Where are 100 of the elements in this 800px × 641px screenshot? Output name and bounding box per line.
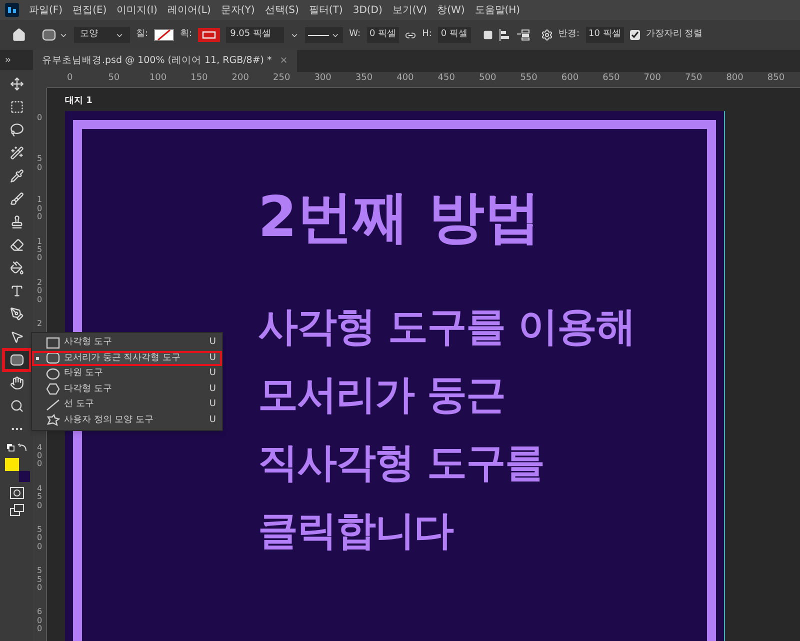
stamp-tool-icon [10,215,24,229]
rounded-shape-icon [42,29,56,41]
brush-tool-icon [10,192,24,206]
menu-item[interactable]: 편집(E) [72,2,107,18]
flyout-item[interactable]: 사용자 정의 모양 도구 U [32,412,222,428]
ruler-label: 400 [396,74,414,83]
shortcut-label: U [209,352,216,364]
align-edges-label: 가장자리 정렬 [646,28,703,42]
bucket-tool-icon [10,261,24,275]
fill-swatch-none[interactable] [154,29,174,41]
ellipse-icon [46,368,60,380]
ruler-label: 2 [37,320,42,328]
ruler-label: 250 [273,74,290,83]
move-tool-icon [10,77,24,91]
app-logo-icon[interactable] [5,3,19,17]
flyout-item[interactable]: 모서리가 둥근 직사각형 도구 U [32,350,222,366]
flyout-item-label: 타원 도구 [64,367,104,380]
shortcut-label: U [209,414,216,426]
menu-item[interactable]: 선택(S) [264,2,299,18]
ruler-label: 600 [561,74,579,83]
ruler-label: 0 [37,114,42,122]
shape-preset-picker[interactable] [42,29,68,41]
height-field[interactable]: 0 픽셀 [438,27,470,43]
width-label: W: [349,28,360,42]
ruler-label: 200 [37,278,42,304]
ruler-label: 100 [37,196,42,222]
wand-tool-icon [10,146,24,160]
flyout-item[interactable]: 다각형 도구 U [32,382,222,397]
ruler-label: 550 [37,567,42,592]
eraser-tool-icon [10,238,24,252]
ruler-label: 800 [726,74,744,83]
stroke-type-dropdown[interactable] [305,27,344,43]
rounded-rectangle-tool-icon [10,354,24,366]
ruler-label: 50 [37,155,42,172]
width-field[interactable]: 0 픽셀 [366,27,400,43]
menu-item[interactable]: 도움말(H) [474,2,520,18]
shortcut-label: U [209,398,216,411]
path-operations-icon[interactable] [482,30,492,40]
ruler-label: 500 [37,526,42,552]
stroke-label: 획: [180,28,192,42]
swap-colors-icon[interactable] [6,443,28,453]
path-alignment-icon[interactable] [498,29,510,41]
tool-button[interactable] [4,351,28,369]
close-tab-button[interactable]: × [280,54,288,68]
artboard-label: 대지 1 [65,95,94,107]
marquee-tool-icon [10,100,24,114]
ruler-label: 350 [355,74,373,83]
flyout-item[interactable]: 선 도구 U [32,397,222,412]
ruler-label: 200 [232,74,249,83]
heading: 2번째 방법 [258,184,542,252]
body-line: 직사각형 도구를 [258,439,545,488]
pointer-tool-icon [10,330,24,344]
rounded-rectangle-icon [46,352,60,364]
eyedropper-tool-icon [10,169,24,183]
background-color-swatch[interactable] [18,471,30,482]
home-icon[interactable] [12,28,26,42]
settings-icon[interactable] [540,29,552,41]
line-icon [46,398,60,411]
lasso-tool-icon [10,123,24,137]
menu-item[interactable]: 3D(D) [352,2,382,18]
document-tab[interactable]: 유부초님배경.psd @ 100% (레이어 11, RGB/8#) * × [33,50,297,72]
stroke-swatch[interactable] [198,28,220,42]
radius-label: 반경: [558,28,580,42]
menu-item[interactable]: 창(W) [437,2,465,18]
collapse-icon[interactable] [4,56,12,64]
body-line: 사각형 도구를 이용해 [258,303,636,352]
menu-item[interactable]: 이미지(I) [116,2,158,18]
align-edges-checkbox[interactable] [630,30,640,40]
ruler-label: 450 [438,74,455,83]
shortcut-label: U [209,367,216,380]
menu-item[interactable]: 레이어(L) [167,2,211,18]
menu-item[interactable]: 보기(V) [392,2,428,18]
flyout-item[interactable]: 사각형 도구 U [32,335,222,350]
menu-item[interactable]: 파일(F) [29,2,63,18]
flyout-item-label: 사용자 정의 모양 도구 [64,414,155,426]
quick-mask-icon[interactable] [10,487,24,499]
flyout-item-label: 다각형 도구 [64,382,113,396]
menu-item[interactable]: 문자(Y) [220,2,255,18]
type-tool-icon [10,284,24,298]
blob-shape-icon [46,414,60,426]
fill-label: 칠: [136,28,148,42]
foreground-color-swatch[interactable] [4,458,18,471]
body-line: 클릭합니다 [258,507,454,556]
flyout-item-label: 모서리가 둥근 직사각형 도구 [64,352,182,364]
hand-tool-icon [10,376,24,390]
ruler-label: 650 [602,74,620,83]
stroke-width-field[interactable]: 9.05 픽셀 [226,27,284,43]
arrangement-icon[interactable] [516,29,530,41]
menu-item[interactable]: 필터(T) [308,2,343,18]
ruler-label: 300 [314,74,332,83]
radius-field[interactable]: 10 픽셀 [586,27,624,43]
ruler-label: 400 [37,444,42,469]
screen-mode-icon[interactable] [10,504,24,516]
mode-dropdown[interactable]: 모양 [74,27,130,43]
ruler-label: 150 [190,74,208,83]
document-tab-title: 유부초님배경.psd @ 100% (레이어 11, RGB/8#) * [42,54,272,68]
zoom-tool-icon [10,399,24,413]
ruler-label: 150 [37,238,42,263]
ruler-label: 850 [767,74,785,83]
flyout-item[interactable]: 타원 도구 U [32,366,222,382]
